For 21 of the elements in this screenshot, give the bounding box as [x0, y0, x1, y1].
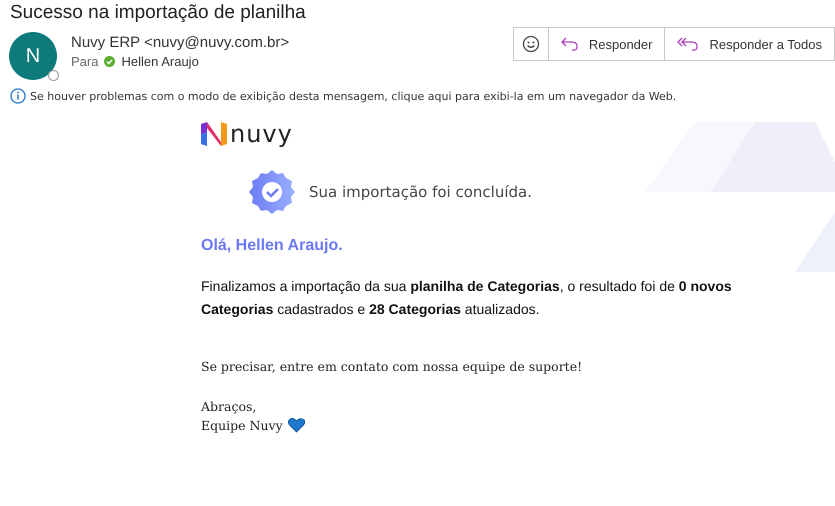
verified-badge-icon — [249, 169, 295, 215]
sender-address: Nuvy ERP <nuvy@nuvy.com.br> — [71, 34, 290, 51]
check-icon — [104, 56, 116, 67]
to-label: Para — [71, 54, 98, 69]
email-subject: Sucesso na importação de planilha — [9, 1, 307, 24]
smiley-icon — [522, 35, 540, 53]
reply-icon — [560, 37, 579, 51]
message-paragraph: Finalizamos a importação da sua planilha de Categorias, o resultado foi de 0 novos Categorias cadastrados e 28 Categorias atualizados. — [201, 277, 733, 319]
logo-icon — [201, 122, 227, 146]
heart-icon — [288, 418, 305, 433]
recipient-name: Hellen Araujo — [121, 54, 199, 69]
banner-text: Sua importação foi concluída. — [309, 183, 532, 201]
logo-text: nuvy — [230, 122, 293, 146]
info-icon — [10, 88, 26, 104]
reply-all-icon — [677, 37, 700, 51]
signature: Equipe Nuvy — [201, 418, 283, 433]
sender-avatar: N — [9, 32, 57, 80]
support-text: Se precisar, entre em contato com nossa equipe de suporte! — [201, 359, 584, 374]
info-message[interactable]: Se houver problemas com o modo de exibição desta mensagem, clique aqui para exibi-la em um navegador da Web. — [30, 90, 676, 102]
closing-text: Abraços, — [201, 399, 258, 414]
greeting: Olá, Hellen Araujo. — [201, 237, 344, 255]
